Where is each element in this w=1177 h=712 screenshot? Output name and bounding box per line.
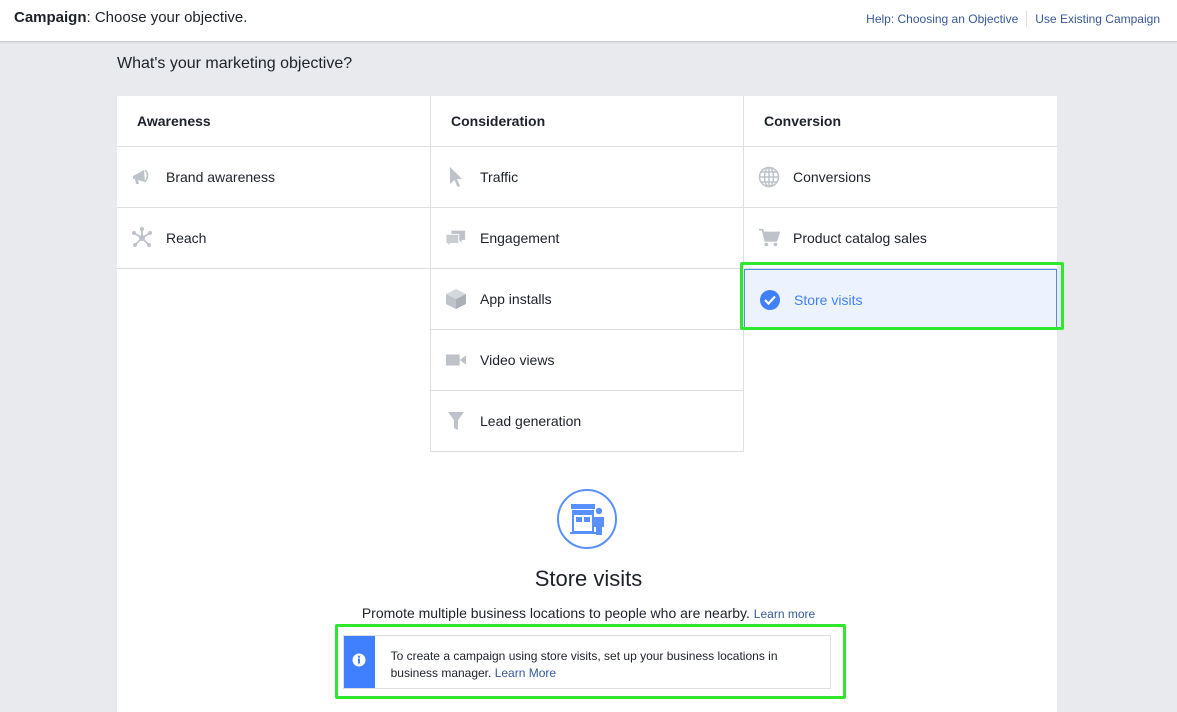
page-title-bold: Campaign [14, 9, 87, 26]
objective-label: Conversions [793, 169, 871, 185]
box-icon [445, 288, 467, 310]
chat-bubbles-icon [445, 227, 467, 249]
info-icon [352, 653, 366, 672]
page-title-rest: : Choose your objective. [86, 9, 248, 26]
header-links: Help: Choosing an Objective Use Existing… [866, 11, 1160, 27]
globe-icon [758, 166, 780, 188]
store-icon [557, 489, 617, 549]
conversion-column: Conversion Conversions Product catalog s… [744, 96, 1057, 330]
objective-lead-generation[interactable]: Lead generation [430, 391, 744, 452]
learn-more-link[interactable]: Learn more [754, 607, 815, 621]
objective-engagement[interactable]: Engagement [430, 208, 744, 269]
objective-label: Engagement [480, 230, 560, 246]
objective-label: Video views [480, 352, 555, 368]
objective-traffic[interactable]: Traffic [430, 147, 744, 208]
top-bar: Campaign: Choose your objective. Help: C… [0, 0, 1177, 42]
consideration-column: Consideration Traffic Engagement App ins… [430, 96, 744, 452]
objective-question: What's your marketing objective? [117, 55, 353, 72]
store-visits-notice: To create a campaign using store visits,… [343, 635, 831, 689]
notice-text: To create a campaign using store visits,… [375, 636, 830, 688]
objective-label: Brand awareness [166, 169, 275, 185]
cart-icon [758, 227, 780, 249]
check-circle-icon [759, 289, 781, 311]
reach-icon [131, 227, 153, 249]
detail-description: Promote multiple business locations to p… [0, 605, 1177, 621]
objective-app-installs[interactable]: App installs [430, 269, 744, 330]
detail-title: Store visits [534, 566, 643, 591]
use-existing-campaign-link[interactable]: Use Existing Campaign [1035, 12, 1160, 26]
objective-video-views[interactable]: Video views [430, 330, 744, 391]
notice-message: To create a campaign using store visits,… [390, 649, 778, 680]
objective-label: App installs [480, 291, 552, 307]
cursor-icon [445, 166, 467, 188]
objective-brand-awareness[interactable]: Brand awareness [117, 147, 430, 208]
notice-bar [344, 636, 375, 688]
objective-reach[interactable]: Reach [117, 208, 430, 269]
conversion-header: Conversion [744, 96, 1057, 147]
consideration-header: Consideration [430, 96, 744, 147]
video-camera-icon [445, 349, 467, 371]
awareness-header: Awareness [117, 96, 430, 147]
objective-conversions[interactable]: Conversions [744, 147, 1057, 208]
page-title: Campaign: Choose your objective. [14, 9, 247, 26]
link-divider [1026, 11, 1028, 27]
objective-store-visits[interactable]: Store visits [744, 269, 1057, 330]
objective-product-catalog-sales[interactable]: Product catalog sales [744, 208, 1057, 269]
objective-label: Traffic [480, 169, 519, 185]
objective-label: Lead generation [480, 413, 582, 429]
megaphone-icon [131, 166, 153, 188]
objective-label: Store visits [794, 291, 863, 308]
notice-learn-more-link[interactable]: Learn More [495, 666, 556, 680]
detail-description-text: Promote multiple business locations to p… [361, 605, 750, 621]
objective-label: Reach [166, 230, 207, 246]
help-choosing-objective-link[interactable]: Help: Choosing an Objective [866, 12, 1018, 26]
funnel-icon [445, 410, 467, 432]
awareness-column: Awareness Brand awareness Reach [117, 96, 430, 269]
objective-label: Product catalog sales [793, 230, 927, 246]
